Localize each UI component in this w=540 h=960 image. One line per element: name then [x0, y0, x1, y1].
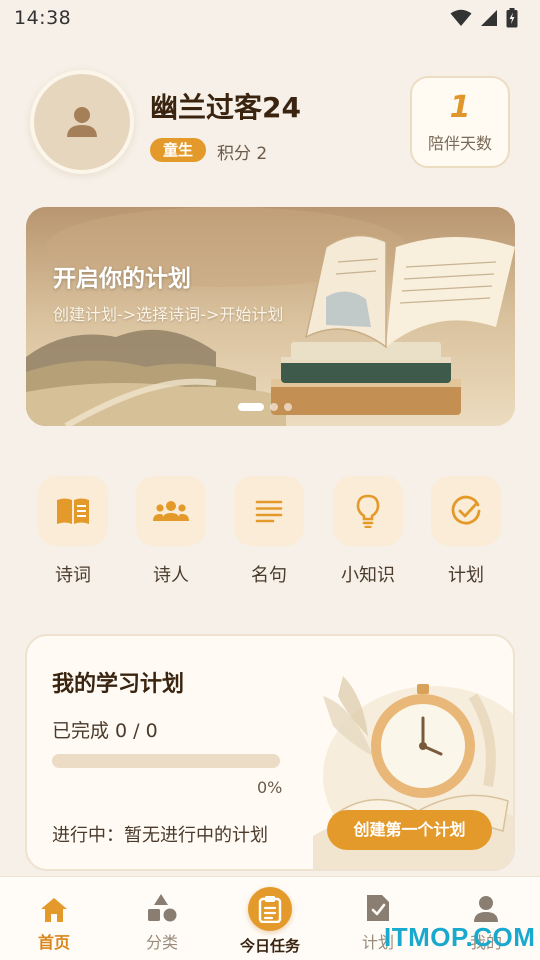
level-badge: 童生	[150, 138, 207, 162]
clipboard-icon	[258, 896, 282, 923]
plan-title: 我的学习计划	[52, 672, 185, 697]
check-circle-icon	[451, 495, 481, 525]
profile-header: 幽兰过客24 童生 积分 2 1 陪伴天数	[0, 60, 540, 190]
category-poets[interactable]: 诗人	[135, 476, 207, 587]
companion-days-label: 陪伴天数	[427, 134, 492, 153]
people-icon	[153, 501, 189, 521]
signal-icon	[481, 10, 497, 26]
cat-icon-box	[234, 476, 304, 546]
plan-banner[interactable]: 开启你的计划 创建计划->选择诗词->开始计划	[26, 207, 515, 426]
username: 幽兰过客24	[150, 91, 301, 124]
wifi-icon	[450, 9, 472, 26]
nav-category[interactable]: 分类	[112, 877, 212, 960]
user-icon	[67, 107, 97, 137]
lightbulb-icon	[356, 494, 380, 528]
plan-progress-bar	[52, 754, 280, 768]
carousel-dot-active[interactable]	[238, 403, 264, 411]
shapes-icon	[148, 894, 177, 922]
watermark: ITMOP.COM	[384, 922, 536, 952]
carousel-dots	[238, 403, 292, 411]
plan-progress-percent: 0%	[257, 778, 283, 797]
plan-status: 进行中：暂无进行中的计划	[52, 825, 268, 846]
category-grid: 诗词 诗人 名句 小知识 计划	[0, 476, 540, 586]
companion-days-value: 1	[449, 90, 471, 125]
banner-subtitle: 创建计划->选择诗词->开始计划	[53, 305, 284, 324]
carousel-dot[interactable]	[270, 403, 278, 411]
create-first-plan-button[interactable]: 创建第一个计划	[327, 810, 492, 850]
carousel-dot[interactable]	[284, 403, 292, 411]
category-label: 小知识	[341, 565, 395, 586]
today-task-circle	[248, 887, 292, 931]
study-plan-card: 我的学习计划 已完成 0 / 0 0% 进行中：暂无进行中的计划 创建第一个计划	[25, 634, 515, 871]
cat-icon-box	[136, 476, 206, 546]
battery-icon	[506, 8, 518, 28]
category-label: 计划	[448, 565, 484, 586]
cat-icon-box	[333, 476, 403, 546]
document-check-icon	[367, 895, 389, 921]
nav-label: 分类	[145, 933, 178, 952]
category-plan[interactable]: 计划	[430, 476, 502, 587]
category-label: 诗人	[153, 565, 189, 586]
person-icon	[474, 896, 498, 922]
category-quotes[interactable]: 名句	[233, 476, 305, 587]
cat-icon-box	[431, 476, 501, 546]
category-poems[interactable]: 诗词	[37, 476, 109, 587]
cat-icon-box	[38, 476, 108, 546]
lines-icon	[255, 500, 283, 523]
status-bar: 14:38	[0, 0, 540, 36]
nav-home[interactable]: 首页	[4, 877, 104, 960]
banner-title: 开启你的计划	[53, 266, 191, 292]
category-label: 名句	[251, 565, 287, 586]
status-icons	[450, 8, 518, 28]
status-time: 14:38	[14, 7, 72, 29]
category-tips[interactable]: 小知识	[332, 476, 404, 587]
points-text: 积分 2	[217, 144, 268, 164]
plan-completed-count: 已完成 0 / 0	[52, 720, 158, 742]
home-icon	[41, 898, 67, 922]
category-label: 诗词	[55, 565, 91, 586]
nav-label: 今日任务	[239, 937, 300, 955]
nav-label: 首页	[37, 933, 70, 952]
companion-days-card[interactable]: 1 陪伴天数	[410, 76, 510, 168]
avatar[interactable]	[30, 70, 134, 174]
book-open-icon	[57, 498, 89, 524]
nav-today-task[interactable]: 今日任务	[220, 877, 320, 960]
